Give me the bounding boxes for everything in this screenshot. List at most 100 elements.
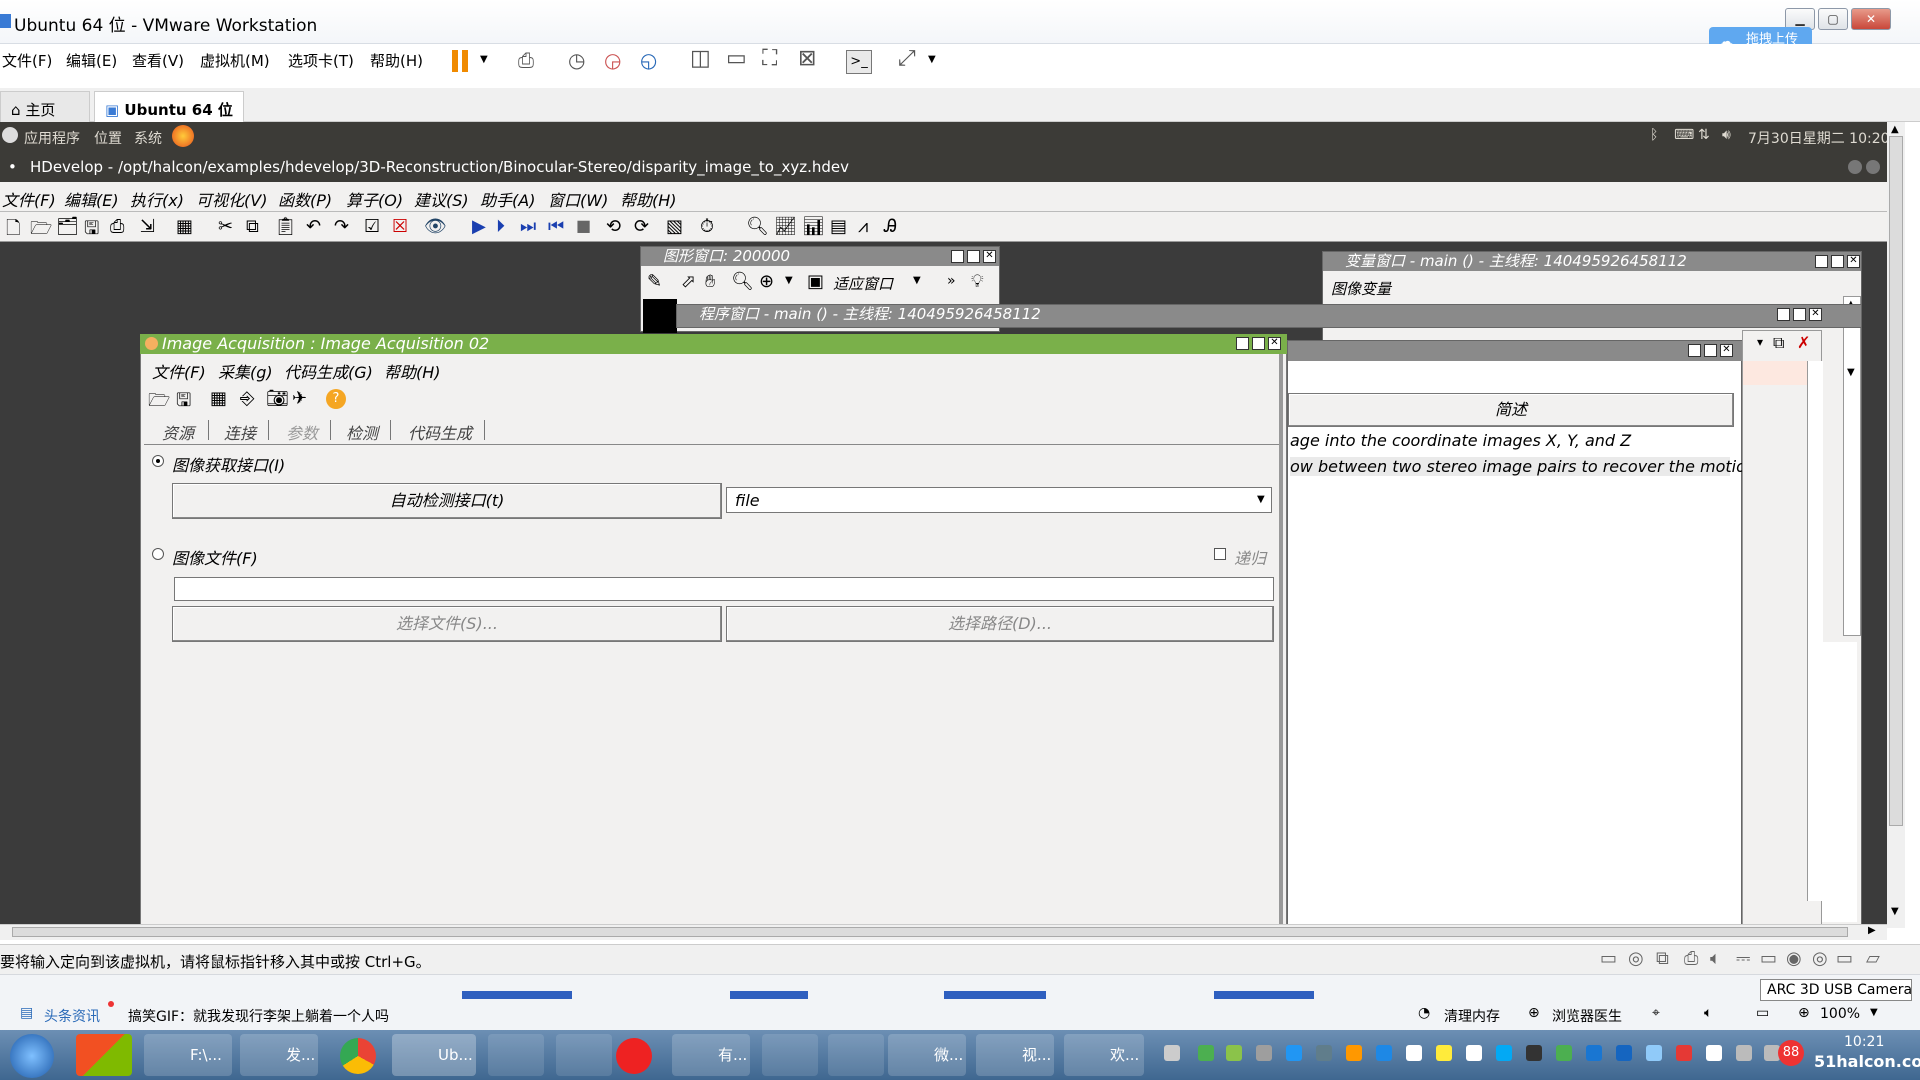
minimize-button[interactable] — [1815, 255, 1828, 268]
new-file-icon[interactable]: 🗋 — [6, 216, 20, 246]
stretch-icon[interactable]: ⤢ — [898, 46, 916, 71]
ia-menu-file[interactable]: 文件(F) — [152, 359, 206, 383]
network-adapter-icon[interactable]: ⧉ — [1656, 948, 1669, 969]
maximize-button[interactable] — [1252, 337, 1265, 350]
news-headline[interactable]: 搞笑GIF：就我发现行李架上躺着一个人吗 — [128, 1006, 389, 1026]
menu-file[interactable]: 文件(F) — [2, 50, 52, 71]
panel-applications[interactable]: 应用程序 — [24, 128, 80, 148]
recursive-checkbox[interactable] — [1214, 548, 1226, 560]
file-radio-label[interactable]: 图像文件(F) — [172, 545, 258, 569]
network-app-icon[interactable] — [488, 1034, 544, 1076]
help-icon[interactable]: ? — [326, 389, 346, 409]
unity-icon[interactable]: ⊠ — [798, 46, 816, 71]
panel-system[interactable]: 系统 — [134, 128, 162, 148]
minimize-button[interactable] — [951, 250, 964, 263]
tab-ubuntu[interactable]: ▣ Ubuntu 64 位 ✕ — [94, 91, 244, 138]
reset-all-icon[interactable]: ⟳ — [634, 216, 649, 237]
display-icon[interactable]: ▭ — [1760, 948, 1777, 969]
usb-icon[interactable]: ⎓ — [1736, 948, 1750, 969]
taskbar-ie[interactable]: 发... — [240, 1034, 318, 1076]
minimize-button[interactable] — [1236, 337, 1249, 350]
sound-icon[interactable]: 🔈︎ — [1710, 948, 1721, 969]
operator-window[interactable]: ✕ 简述 age into the coordinate images X, Y… — [1287, 340, 1776, 926]
hd-menu-help[interactable]: 帮助(H) — [620, 187, 677, 211]
browser-doctor-icon[interactable]: ⊕ — [1528, 1005, 1540, 1021]
step-over-icon[interactable]: ⏵ — [496, 216, 505, 237]
clean-memory-icon[interactable]: ◔ — [1418, 1005, 1430, 1021]
tabs-view-icon[interactable]: ▭ — [726, 46, 747, 71]
ia-menu-codegen[interactable]: 代码生成(G) — [284, 359, 373, 383]
tray-icon[interactable] — [1706, 1045, 1722, 1061]
close-button[interactable] — [1866, 160, 1880, 174]
close-button[interactable]: ✕ — [983, 250, 996, 263]
message-icon[interactable]: ▱ — [1866, 948, 1880, 969]
keyboard-tray-icon[interactable] — [1164, 1045, 1180, 1061]
chevron-down-icon[interactable]: ▼ — [785, 275, 793, 286]
properties-icon[interactable]: ▦ — [176, 216, 193, 237]
firefox-icon[interactable] — [172, 125, 194, 147]
gray-histogram-icon[interactable]: 📈︎ — [774, 216, 797, 237]
browser-doctor-label[interactable]: 浏览器医生 — [1552, 1006, 1622, 1026]
select-files-button[interactable]: 选择文件(S)... — [172, 606, 722, 642]
snapshot-manager-icon[interactable]: ◵ — [640, 48, 657, 72]
chevron-down-icon[interactable]: ▼ — [1257, 494, 1265, 505]
taskbar-ubuntu-vm[interactable]: Ub... — [392, 1034, 476, 1076]
scroll-down-icon[interactable]: ▼ — [1847, 367, 1855, 378]
print-icon[interactable]: ⎙ — [110, 216, 124, 237]
tray-icon[interactable] — [1436, 1045, 1452, 1061]
volume-icon[interactable]: 🔊︎ — [1722, 127, 1731, 143]
hd-menu-assistants[interactable]: 助手(A) — [480, 187, 535, 211]
taskbar-app-icon[interactable] — [76, 1034, 132, 1076]
open-recent-icon[interactable]: 🗂 — [56, 216, 79, 237]
feature-inspection-icon[interactable]: ▤ — [830, 216, 847, 237]
interface-radio[interactable] — [152, 455, 164, 467]
tray-icon[interactable] — [1376, 1045, 1392, 1061]
news-label[interactable]: 头条资讯 — [44, 1006, 100, 1026]
hd-menu-functions[interactable]: 函数(P) — [278, 187, 332, 211]
scroll-thumb[interactable] — [12, 927, 1848, 937]
detect-icon[interactable]: ▦ — [210, 388, 227, 409]
volume-icon[interactable]: 🔈︎ — [1704, 1005, 1712, 1021]
ia-tab-codegen[interactable]: 代码生成 — [408, 420, 472, 444]
taskbar-wechat[interactable]: 微... — [888, 1034, 966, 1076]
network-tray-icon[interactable] — [1736, 1045, 1752, 1061]
operator-row[interactable]: ow between two stereo image pairs to rec… — [1290, 457, 1776, 476]
tray-icon[interactable] — [1646, 1045, 1662, 1061]
panel-clock[interactable]: 7月30日星期二 10:20 — [1748, 128, 1890, 148]
program-window[interactable]: 程序窗口 - main () - 主线程: 140495926458112 ✕ — [676, 304, 1862, 328]
chevron-down-icon[interactable]: ▾ — [1757, 335, 1763, 349]
tray-icon[interactable] — [1496, 1045, 1512, 1061]
undo-icon[interactable]: ↶ — [306, 216, 321, 237]
ia-tab-params[interactable]: 参数 — [286, 420, 318, 444]
utility-app-icon[interactable] — [556, 1034, 612, 1076]
netease-music-icon[interactable] — [616, 1038, 652, 1074]
step-out-icon[interactable]: ⏮ — [548, 216, 564, 237]
window-list-icon[interactable]: ⧉ — [1773, 333, 1784, 353]
open-icon[interactable]: 🗁 — [148, 388, 170, 418]
menu-edit[interactable]: 编辑(E) — [66, 50, 117, 71]
summary-column-header[interactable]: 简述 — [1288, 393, 1734, 427]
activate-icon[interactable]: ☑ — [364, 216, 380, 237]
badge-count[interactable]: 88 — [1778, 1040, 1804, 1066]
hd-menu-edit[interactable]: 编辑(E) — [64, 187, 119, 211]
close-button[interactable]: ✕ — [1720, 344, 1733, 357]
line-profile-icon[interactable]: ⩘ — [858, 216, 868, 237]
sidebar-view-icon[interactable]: ◫ — [690, 46, 711, 71]
copy-icon[interactable]: ⧉ — [246, 216, 259, 237]
ocr-icon[interactable]: Ꭿ — [884, 216, 897, 237]
bluetooth-icon[interactable]: ᛒ — [1650, 127, 1658, 143]
tray-icon[interactable] — [1676, 1045, 1692, 1061]
tray-icon[interactable] — [1198, 1045, 1214, 1061]
connect-icon[interactable]: ⎆ — [240, 388, 254, 409]
console-icon[interactable]: >_ — [846, 50, 872, 74]
hd-menu-execute[interactable]: 执行(x) — [130, 187, 184, 211]
keyboard-icon[interactable]: ⌨ — [1674, 127, 1694, 143]
taskbar-baidu[interactable]: 欢... — [1064, 1034, 1144, 1076]
zoom-level[interactable]: 100% — [1820, 1006, 1860, 1022]
fit-window-label[interactable]: 适应窗口 — [833, 273, 893, 294]
select-directory-button[interactable]: 选择路径(D)... — [726, 606, 1274, 642]
snapshot-icon[interactable]: ◷ — [568, 48, 585, 72]
menu-view[interactable]: 查看(V) — [132, 50, 184, 71]
network-icon[interactable]: ⇅ — [1698, 127, 1710, 143]
menu-help[interactable]: 帮助(H) — [370, 50, 423, 71]
